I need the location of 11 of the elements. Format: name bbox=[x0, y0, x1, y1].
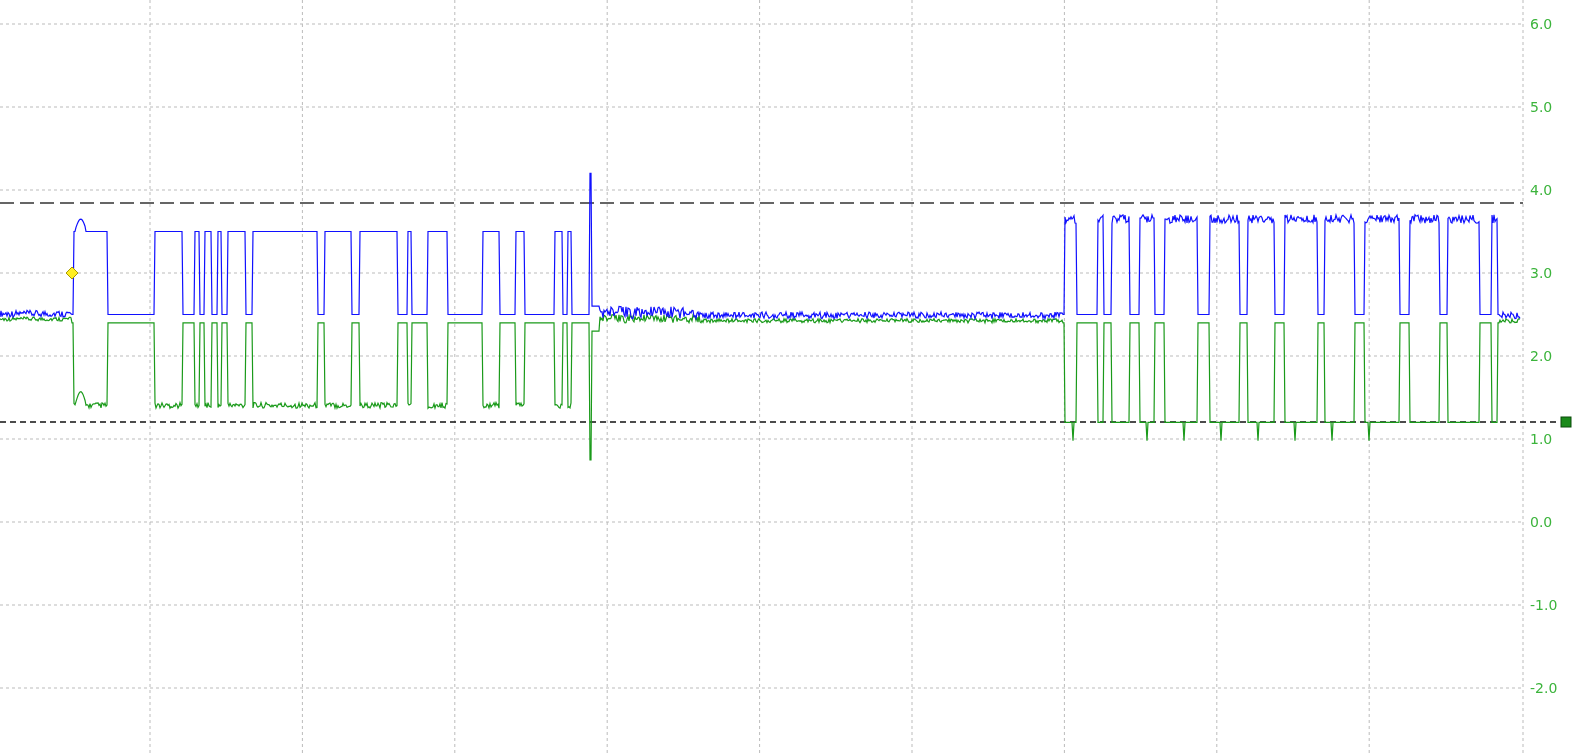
axis-label: 0.0 bbox=[1530, 514, 1553, 530]
axis-label: 2.0 bbox=[1530, 348, 1553, 364]
diamond-marker-icon[interactable] bbox=[65, 266, 79, 280]
axis-label: 1.0 bbox=[1530, 431, 1553, 447]
axis-label: 6.0 bbox=[1530, 16, 1553, 32]
axis-label: -2.0 bbox=[1530, 680, 1558, 696]
square-marker-icon[interactable] bbox=[1560, 416, 1572, 428]
axis-label: 4.0 bbox=[1530, 182, 1553, 198]
axis-label: 3.0 bbox=[1530, 265, 1553, 281]
axis-label: -1.0 bbox=[1530, 597, 1558, 613]
axis-label: 5.0 bbox=[1530, 99, 1553, 115]
